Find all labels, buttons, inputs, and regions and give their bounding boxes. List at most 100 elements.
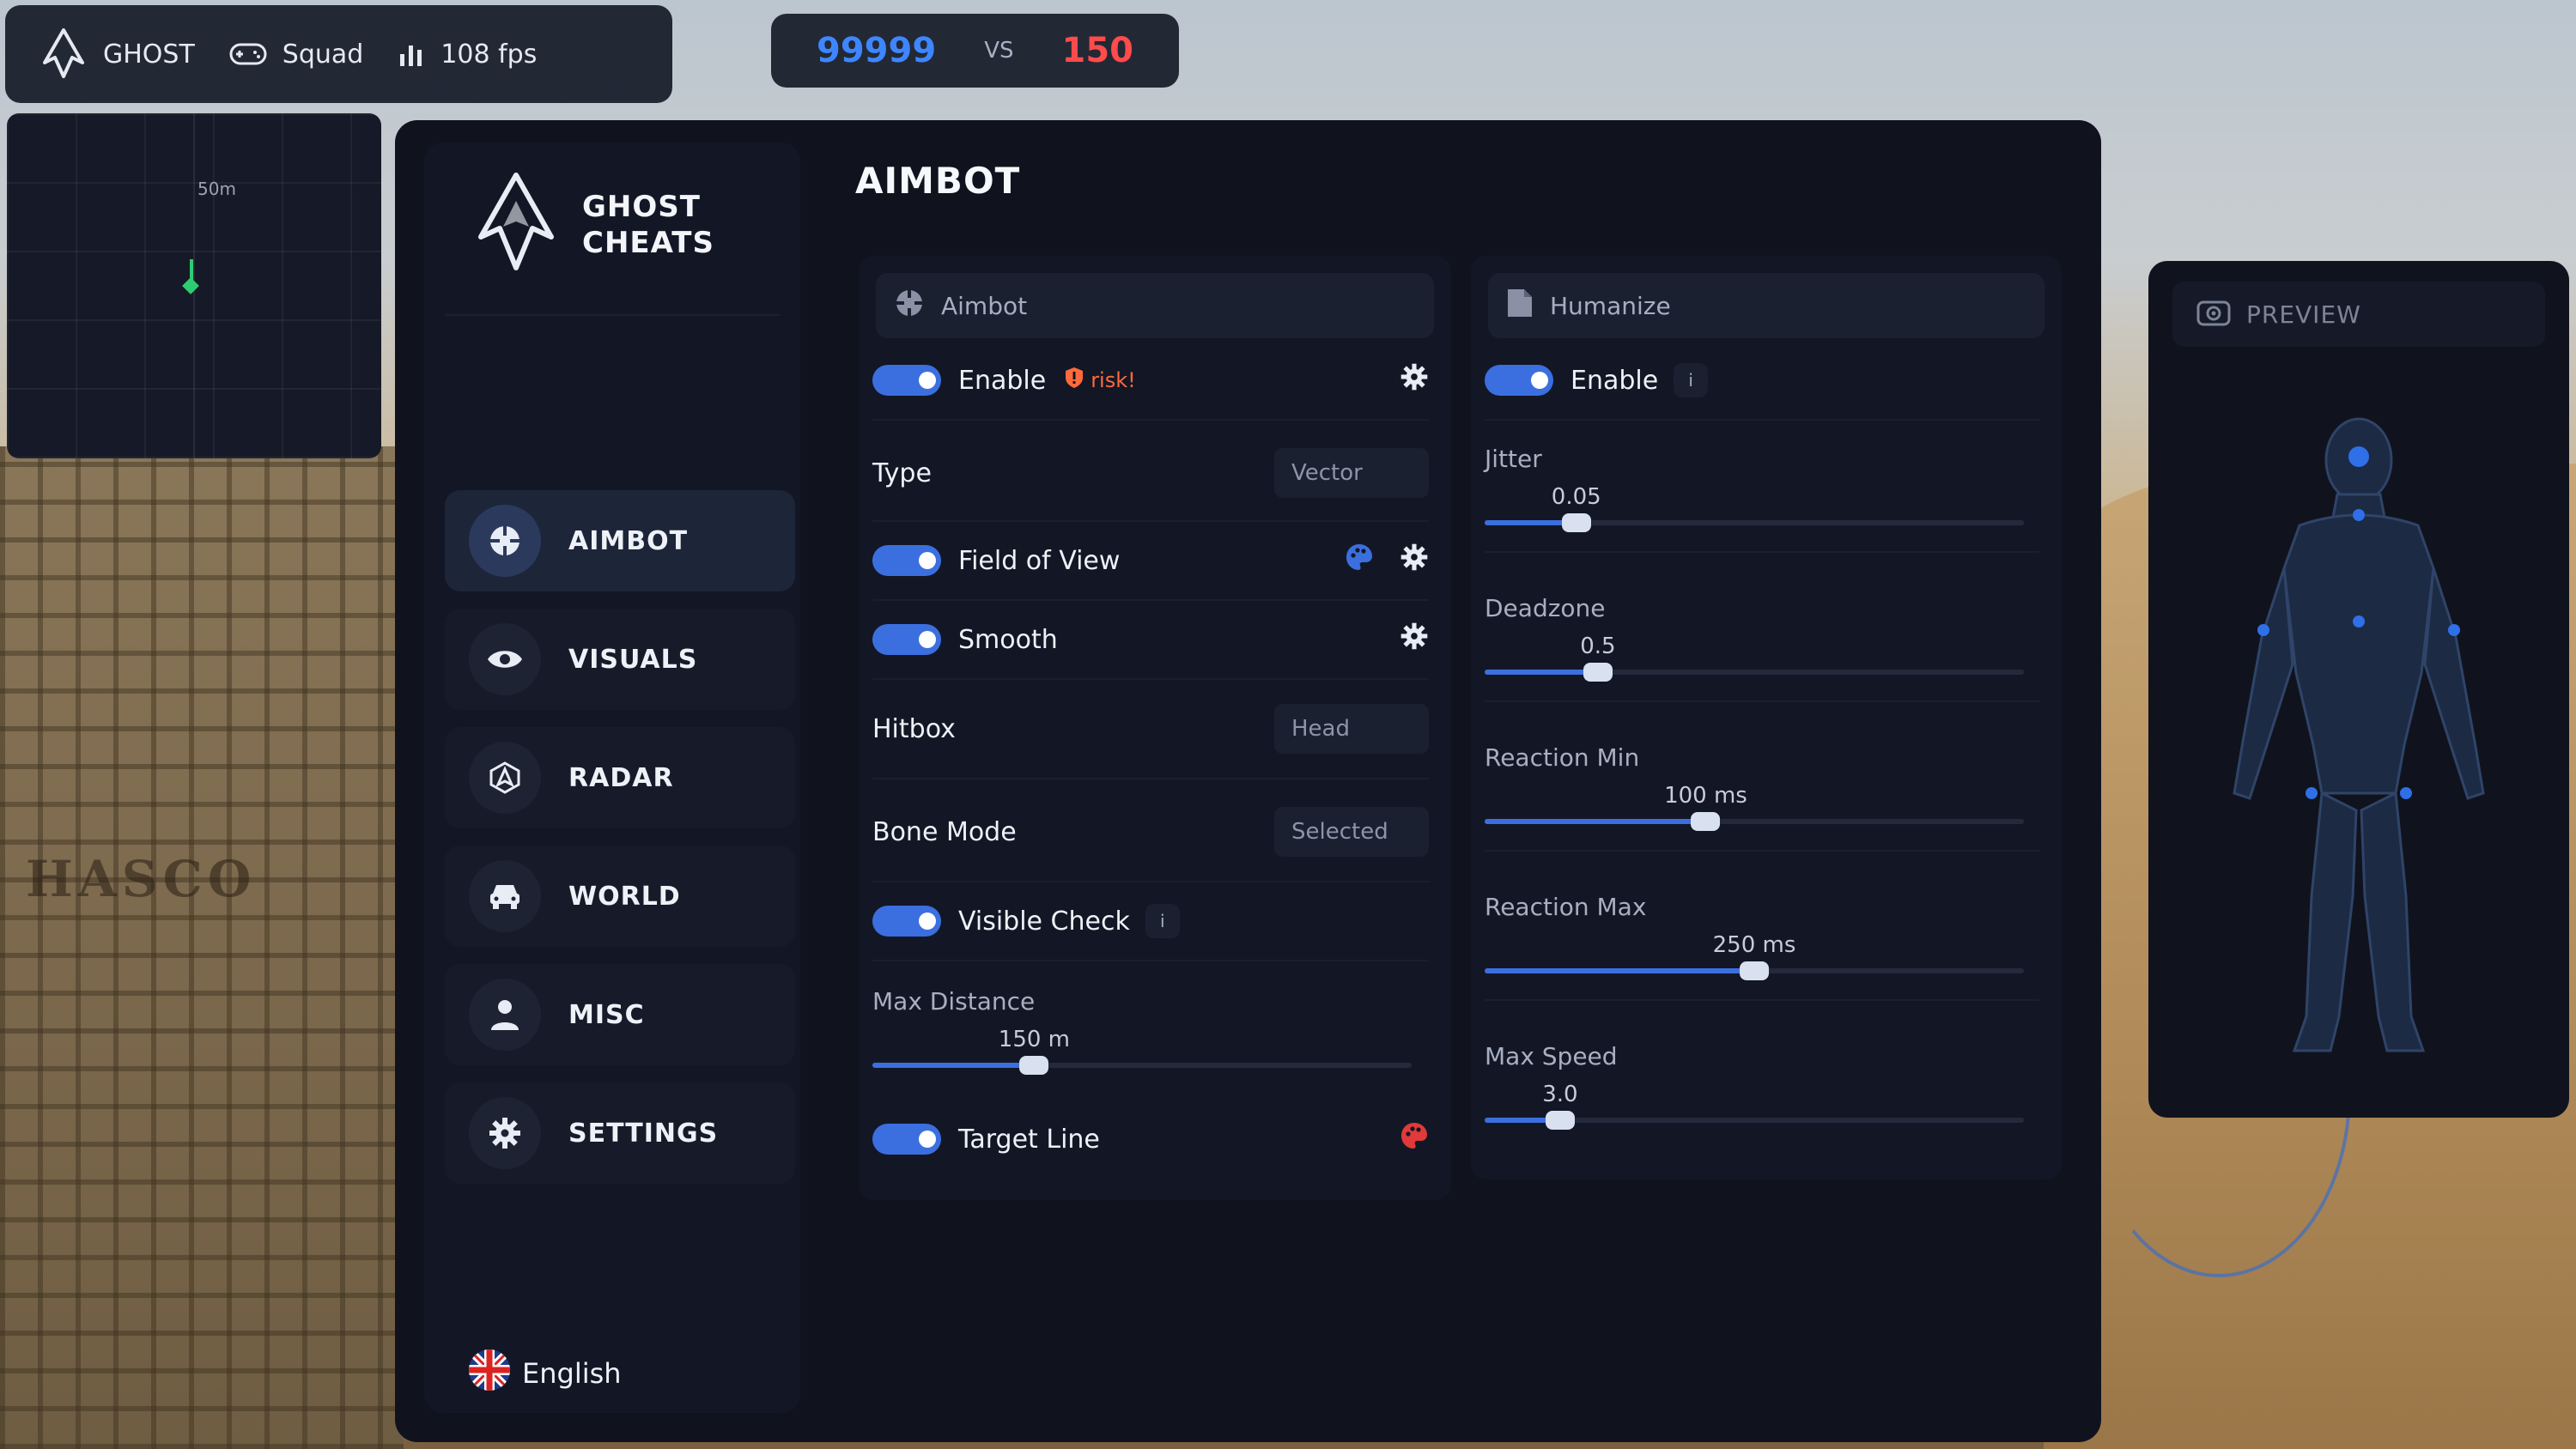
smooth-toggle[interactable]: [872, 624, 941, 655]
nav-item-visuals[interactable]: VISUALS: [445, 609, 795, 710]
humanize-slider-track[interactable]: [1485, 513, 2024, 532]
slider-fill: [1485, 968, 1754, 973]
humanize-slider-track[interactable]: [1485, 663, 2024, 682]
page-title: AIMBOT: [855, 160, 1021, 202]
fov-toggle[interactable]: [872, 545, 941, 576]
brand: GHOST CHEATS: [469, 172, 714, 278]
type-row: Type Vector: [872, 438, 1429, 508]
brand-line-1: GHOST: [582, 190, 701, 224]
info-icon[interactable]: i: [1674, 363, 1709, 397]
visible-check-row: Visible Check i: [872, 896, 1429, 946]
nav-label: WORLD: [568, 881, 681, 912]
section-title: Aimbot: [941, 291, 1028, 320]
visible-check-toggle[interactable]: [872, 906, 941, 937]
bone-mode-row: Bone Mode Selected: [872, 797, 1429, 867]
divider: [872, 520, 1429, 522]
score-team-a: 99999: [817, 31, 937, 70]
nav-item-world[interactable]: WORLD: [445, 846, 795, 947]
slider-thumb[interactable]: [1740, 961, 1769, 980]
eye-icon: [469, 623, 541, 695]
brand-name: GHOST CHEATS: [582, 189, 714, 261]
divider: [872, 960, 1429, 961]
nav-label: MISC: [568, 999, 645, 1030]
minimap-distance-label: 50m: [197, 179, 236, 199]
humanize-slider-value: 0.05: [1551, 484, 1601, 510]
app-name: GHOST: [103, 39, 195, 70]
humanize-enable-row: Enable i: [1485, 355, 2039, 405]
target-line-row: Target Line: [872, 1114, 1429, 1164]
divider: [872, 881, 1429, 882]
divider: [1485, 419, 2039, 421]
camera-icon: [2196, 297, 2231, 332]
visible-check-label: Visible Check: [958, 906, 1130, 937]
palette-icon[interactable]: [1345, 543, 1374, 579]
humanize-slider-label: Reaction Max: [1485, 893, 1647, 921]
divider: [872, 419, 1429, 421]
humanize-slider-value: 250 ms: [1712, 932, 1796, 958]
nav-item-radar[interactable]: RADAR: [445, 727, 795, 828]
aimbot-enable-row: Enable risk!: [872, 355, 1429, 405]
risk-label: risk!: [1091, 368, 1136, 392]
mode-indicator: Squad: [229, 39, 364, 70]
radar-icon: [469, 742, 541, 814]
aimbot-enable-toggle[interactable]: [872, 365, 941, 396]
slider-thumb[interactable]: [1561, 513, 1591, 532]
humanize-slider-track[interactable]: [1485, 812, 2024, 831]
gear-icon[interactable]: [1400, 362, 1429, 398]
language-selector[interactable]: English: [467, 1348, 622, 1399]
slider-thumb[interactable]: [1545, 1111, 1575, 1130]
preview-title: PREVIEW: [2246, 300, 2361, 329]
humanize-slider-track[interactable]: [1485, 961, 2024, 980]
nav-item-settings[interactable]: SETTINGS: [445, 1082, 795, 1184]
gear-icon[interactable]: [1400, 621, 1429, 658]
slider-fill: [1485, 819, 1706, 824]
player-marker-dot: [182, 277, 199, 294]
hitbox-select[interactable]: Head: [1274, 704, 1429, 754]
divider: [872, 599, 1429, 601]
enable-label: Enable: [1571, 365, 1659, 396]
car-icon: [469, 860, 541, 932]
score-vs: VS: [984, 38, 1014, 64]
nav-label: AIMBOT: [568, 525, 689, 556]
info-icon[interactable]: i: [1145, 904, 1180, 938]
preview-panel: PREVIEW: [2148, 261, 2569, 1118]
bone-mode-select[interactable]: Selected: [1274, 807, 1429, 857]
language-label: English: [522, 1357, 622, 1390]
background-wall: [0, 446, 404, 1449]
preview-header: PREVIEW: [2172, 282, 2545, 347]
gear-icon[interactable]: [1400, 543, 1429, 579]
aimbot-card: Aimbot Enable risk! Type Vector Field of…: [859, 256, 1451, 1200]
target-line-toggle[interactable]: [872, 1124, 941, 1155]
max-distance-value: 150 m: [998, 1027, 1070, 1052]
max-distance-track[interactable]: [872, 1056, 1412, 1075]
slider-thumb[interactable]: [1691, 812, 1721, 831]
type-select[interactable]: Vector: [1274, 448, 1429, 498]
humanize-slider-value: 3.0: [1542, 1082, 1578, 1107]
nav-label: VISUALS: [568, 644, 698, 675]
risk-warning: risk!: [1065, 367, 1136, 394]
bar-chart-icon: [398, 40, 425, 68]
bone-mode-label: Bone Mode: [872, 816, 1017, 847]
fps-label: 108 fps: [440, 39, 538, 70]
hitbox-row: Hitbox Head: [872, 694, 1429, 764]
nav-item-misc[interactable]: MISC: [445, 964, 795, 1065]
sidebar: GHOST CHEATS AIMBOT VISUALS RADAR WORLD …: [424, 142, 800, 1413]
slider-thumb[interactable]: [1019, 1056, 1049, 1075]
fov-row: Field of View: [872, 536, 1429, 585]
divider: [1485, 850, 2039, 852]
humanize-slider-track[interactable]: [1485, 1111, 2024, 1130]
shield-warning-icon: [1065, 367, 1084, 394]
type-label: Type: [872, 458, 932, 488]
document-icon: [1505, 287, 1534, 325]
gamepad-icon: [229, 41, 267, 67]
ghost-logo-icon: [39, 28, 88, 80]
slider-thumb[interactable]: [1583, 663, 1613, 682]
mode-label: Squad: [282, 39, 364, 70]
divider: [1485, 999, 2039, 1001]
humanize-enable-toggle[interactable]: [1485, 365, 1553, 396]
crosshair-icon: [469, 505, 541, 577]
nav-label: RADAR: [568, 762, 674, 793]
palette-icon[interactable]: [1400, 1121, 1429, 1157]
nav-item-aimbot[interactable]: AIMBOT: [445, 490, 795, 591]
divider: [872, 778, 1429, 779]
